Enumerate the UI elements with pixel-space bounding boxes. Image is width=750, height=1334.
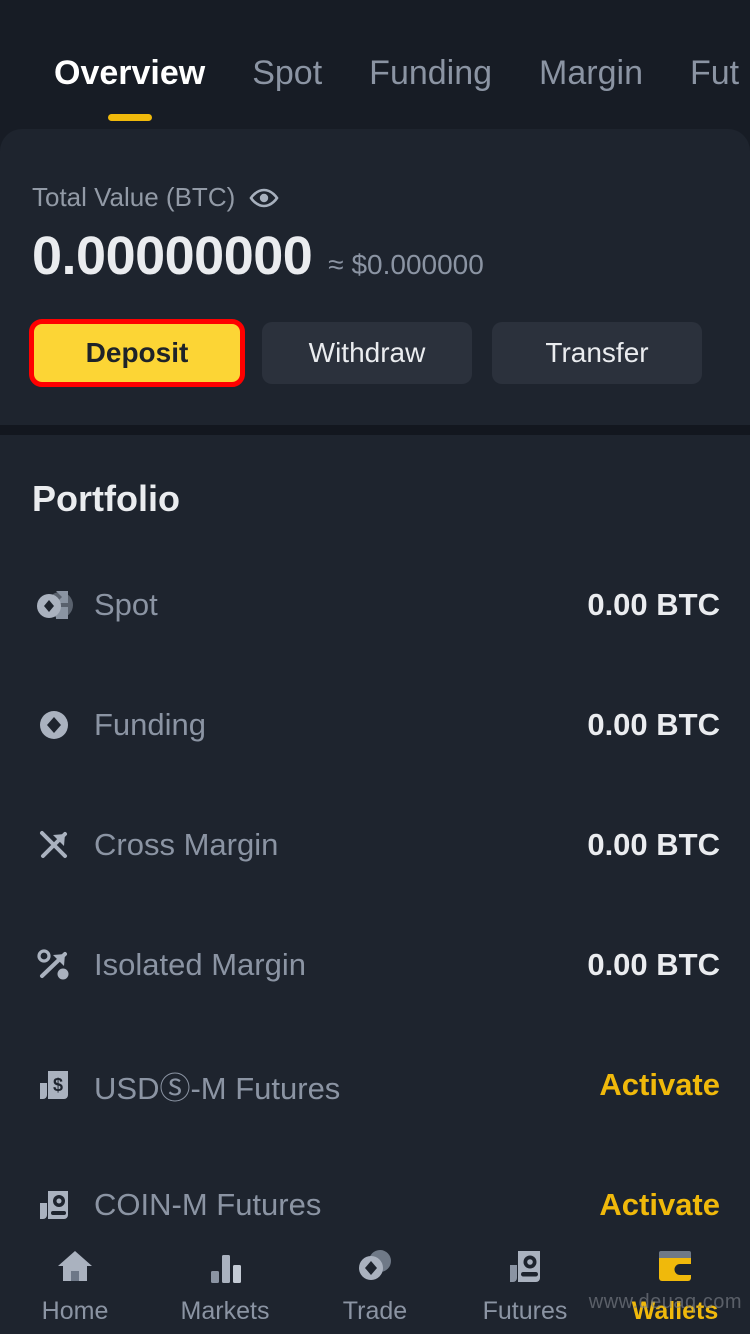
- portfolio-row-usds-m-futures[interactable]: $ USDⓈ-M Futures Activate: [0, 1025, 750, 1145]
- portfolio-row-value: 0.00 BTC: [587, 707, 720, 742]
- portfolio-row-cross-margin[interactable]: Cross Margin 0.00 BTC: [0, 785, 750, 905]
- tab-overview[interactable]: Overview: [54, 54, 205, 129]
- total-balance-card: Total Value (BTC) 0.00000000 ≈ $0.000000…: [0, 129, 750, 425]
- withdraw-button[interactable]: Withdraw: [262, 322, 472, 384]
- deposit-button[interactable]: Deposit: [29, 319, 245, 387]
- tab-spot[interactable]: Spot: [252, 54, 322, 129]
- total-value-btc: 0.00000000: [32, 226, 313, 286]
- portfolio-row-name: COIN-M Futures: [94, 1187, 322, 1222]
- portfolio-row-activate[interactable]: Activate: [599, 1067, 720, 1103]
- section-divider: [0, 425, 750, 435]
- markets-icon: [202, 1243, 248, 1289]
- nav-item-markets[interactable]: Markets: [150, 1235, 300, 1334]
- portfolio-row-funding[interactable]: Funding 0.00 BTC: [0, 665, 750, 785]
- eye-icon[interactable]: [249, 188, 279, 208]
- wallet-actions: Deposit Withdraw Transfer: [29, 319, 702, 387]
- portfolio-row-spot[interactable]: Spot 0.00 BTC: [0, 545, 750, 665]
- coinm-futures-icon: [32, 1183, 76, 1227]
- transfer-button[interactable]: Transfer: [492, 322, 702, 384]
- nav-item-wallets-label: Wallets: [631, 1297, 719, 1325]
- portfolio-title: Portfolio: [32, 478, 180, 519]
- trade-icon: [352, 1243, 398, 1289]
- portfolio-row-value: 0.00 BTC: [587, 587, 720, 622]
- nav-item-futures-label: Futures: [482, 1297, 568, 1325]
- tab-margin[interactable]: Margin: [539, 54, 643, 129]
- portfolio-row-value: 0.00 BTC: [587, 947, 720, 982]
- portfolio-row-activate[interactable]: Activate: [599, 1187, 720, 1223]
- nav-item-markets-label: Markets: [180, 1297, 270, 1325]
- tab-futures-label: Fut: [689, 54, 740, 92]
- wallet-tab-bar: Overview Spot Funding Margin Fut: [0, 0, 750, 129]
- usds-futures-icon: $: [32, 1063, 76, 1107]
- tab-funding[interactable]: Funding: [369, 54, 492, 129]
- total-value-usd: ≈ $0.000000: [328, 249, 484, 280]
- tab-futures[interactable]: Fut: [690, 54, 739, 129]
- tab-spot-label: Spot: [252, 54, 323, 92]
- tab-overview-label: Overview: [54, 54, 206, 92]
- tab-active-underline: [107, 114, 152, 121]
- nav-item-trade[interactable]: Trade: [300, 1235, 450, 1334]
- portfolio-row-name: Cross Margin: [94, 827, 279, 862]
- portfolio-section: Portfolio Spot 0.00 BTC Funding 0.00 BTC…: [0, 435, 750, 1235]
- home-icon: [52, 1243, 98, 1289]
- portfolio-row-name: Isolated Margin: [94, 947, 306, 982]
- tab-funding-label: Funding: [369, 54, 493, 92]
- isolated-margin-icon: [32, 943, 76, 987]
- spot-icon: [32, 583, 76, 627]
- portfolio-row-name: Funding: [94, 707, 207, 742]
- svg-text:$: $: [53, 1075, 63, 1095]
- funding-icon: [32, 703, 76, 747]
- total-value-amounts: 0.00000000 ≈ $0.000000: [32, 225, 484, 287]
- cross-margin-icon: [32, 823, 76, 867]
- futures-icon: [502, 1243, 548, 1289]
- portfolio-row-name: USDⓈ-M Futures: [94, 1070, 341, 1106]
- nav-item-wallets[interactable]: Wallets: [600, 1235, 750, 1334]
- tab-margin-label: Margin: [539, 54, 643, 92]
- bottom-navigation: Home Markets Trade Futures Wallets: [0, 1235, 750, 1334]
- nav-item-home-label: Home: [41, 1297, 109, 1325]
- wallet-overview-screen: Overview Spot Funding Margin Fut Total V…: [0, 0, 750, 1334]
- wallets-icon: [652, 1243, 698, 1289]
- nav-item-futures[interactable]: Futures: [450, 1235, 600, 1334]
- total-value-label: Total Value (BTC): [32, 182, 236, 212]
- nav-item-home[interactable]: Home: [0, 1235, 150, 1334]
- portfolio-row-name: Spot: [94, 587, 158, 622]
- portfolio-list: Spot 0.00 BTC Funding 0.00 BTC Cross Mar…: [0, 545, 750, 1265]
- nav-item-trade-label: Trade: [342, 1297, 408, 1325]
- portfolio-row-value: 0.00 BTC: [587, 827, 720, 862]
- portfolio-row-isolated-margin[interactable]: Isolated Margin 0.00 BTC: [0, 905, 750, 1025]
- total-value-row: Total Value (BTC): [32, 182, 279, 213]
